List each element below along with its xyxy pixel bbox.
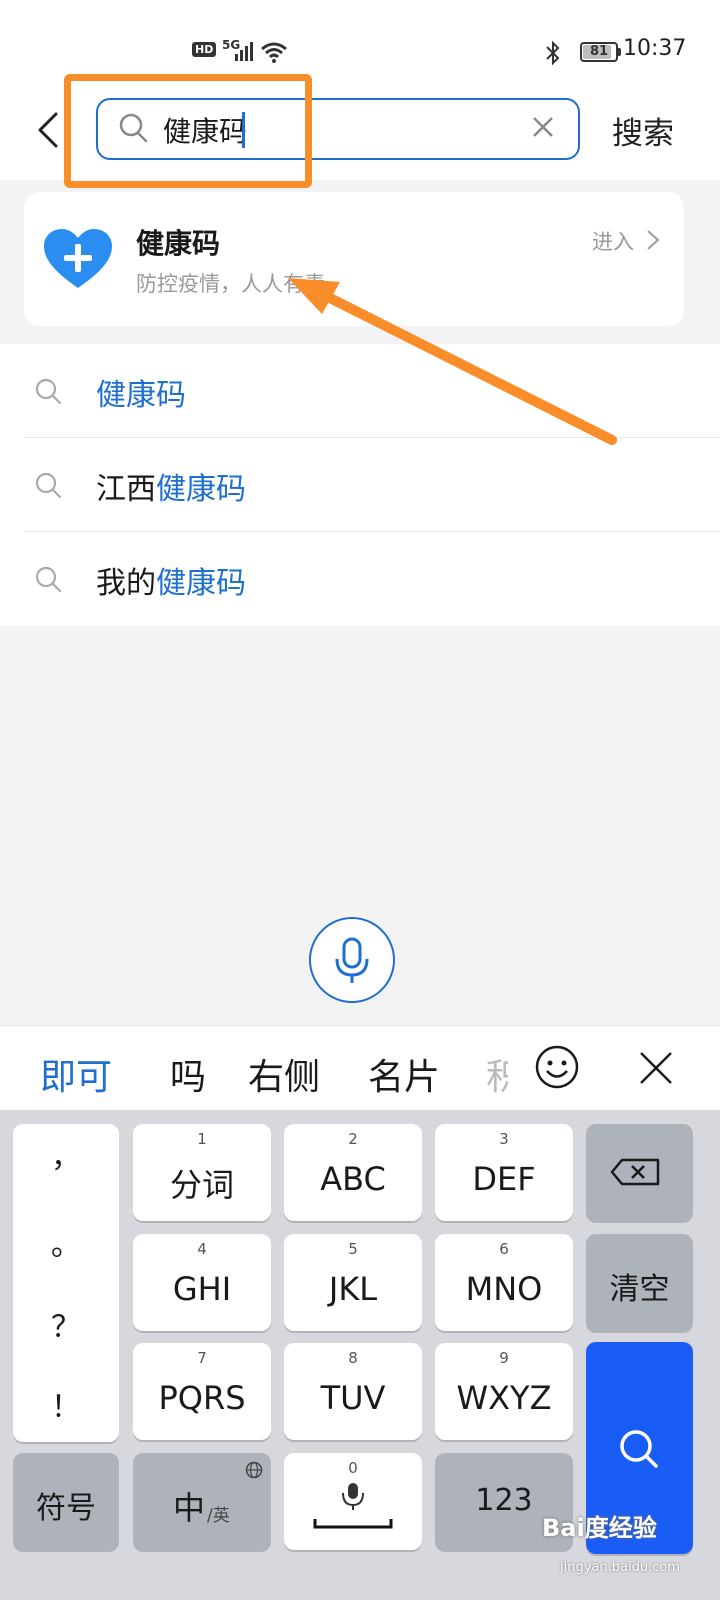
close-icon[interactable] (638, 1050, 674, 1086)
key-2[interactable]: 2 ABC (284, 1124, 422, 1221)
key-label: ABC (320, 1160, 386, 1198)
key-number: 4 (197, 1240, 207, 1258)
card-subtitle: 防控疫情，人人有责 (136, 272, 325, 296)
backspace-icon (610, 1158, 660, 1186)
key-5[interactable]: 5 JKL (284, 1234, 422, 1331)
key-number: 1 (197, 1130, 207, 1148)
wifi-icon (261, 42, 287, 63)
key-number: 3 (499, 1130, 509, 1148)
key-label: WXYZ (456, 1379, 552, 1417)
hd-indicator: HD (192, 42, 217, 57)
suggestion-text: 健康码 (96, 378, 186, 413)
backspace-key[interactable] (586, 1124, 693, 1221)
emoji-icon[interactable] (534, 1044, 580, 1090)
candidate-word[interactable]: 吗 (170, 1048, 206, 1100)
suggestion-item[interactable]: 我的健康码 (0, 532, 720, 626)
exclamation-label: ！ (51, 1390, 81, 1425)
card-title: 健康码 (136, 227, 221, 260)
search-icon (35, 566, 62, 593)
key-number: 6 (499, 1240, 509, 1258)
key-1[interactable]: 1 分词 (133, 1124, 271, 1221)
signal-icon (235, 42, 253, 61)
key-label: MNO (465, 1270, 543, 1308)
battery-tip (618, 48, 621, 56)
search-icon (35, 472, 62, 499)
key-number: 7 (197, 1349, 207, 1367)
symbols-key[interactable]: 符号 (13, 1453, 119, 1550)
key-number: 2 (348, 1130, 358, 1148)
key-label: 符号 (36, 1491, 96, 1526)
key-label: JKL (328, 1270, 378, 1308)
battery-level: 81 (589, 44, 609, 59)
voice-input-button[interactable] (309, 917, 395, 1003)
watermark-logo: Bai度经验 (542, 1514, 657, 1542)
key-label: DEF (472, 1160, 536, 1198)
key-label: 清空 (609, 1272, 670, 1307)
period-label: 。 (51, 1228, 81, 1263)
clear-key[interactable]: 清空 (586, 1234, 693, 1331)
suggestion-item[interactable]: 健康码 (0, 344, 720, 438)
health-code-app-card[interactable] (24, 192, 684, 326)
key-label: PQRS (158, 1379, 246, 1417)
suggestion-text: 我的健康码 (96, 566, 246, 601)
clock: 10:37 (623, 36, 687, 61)
key-label: 分词 (169, 1166, 234, 1204)
comma-label: ， (51, 1140, 81, 1175)
candidate-word[interactable]: 积 (486, 1048, 508, 1100)
candidate-word[interactable]: 右侧 (248, 1048, 320, 1100)
question-label: ？ (51, 1310, 81, 1345)
globe-icon (245, 1461, 263, 1479)
key-8[interactable]: 8 TUV (284, 1343, 422, 1440)
key-label: TUV (320, 1379, 386, 1417)
enter-link[interactable]: 进入 (592, 226, 634, 256)
search-button[interactable]: 搜索 (612, 108, 674, 153)
key-4[interactable]: 4 GHI (133, 1234, 271, 1331)
key-number: 5 (348, 1240, 358, 1258)
chinese-label: 中 (173, 1489, 206, 1527)
key-3[interactable]: 3 DEF (435, 1124, 573, 1221)
candidate-word[interactable]: 名片 (368, 1048, 440, 1100)
suggestion-list: 健康码 江西健康码 我的健康码 (0, 344, 720, 626)
key-7[interactable]: 7 PQRS (133, 1343, 271, 1440)
chevron-right-icon (647, 230, 660, 250)
punctuation-key[interactable]: ， 。 ？ ！ (13, 1124, 119, 1442)
key-9[interactable]: 9 WXYZ (435, 1343, 573, 1440)
microphone-icon (335, 937, 369, 983)
annotation-box (64, 74, 312, 188)
bluetooth-icon (546, 40, 560, 66)
space-key[interactable]: 0 (284, 1453, 422, 1550)
english-label: /英 (207, 1506, 230, 1526)
heart-plus-icon (44, 229, 112, 288)
search-icon (35, 378, 62, 405)
battery-icon: 81 (580, 42, 618, 62)
language-switch-key[interactable]: 中 /英 (133, 1453, 271, 1550)
key-6[interactable]: 6 MNO (435, 1234, 573, 1331)
candidate-word[interactable]: 即可 (40, 1048, 112, 1100)
clear-icon[interactable] (528, 112, 558, 142)
key-label: GHI (172, 1270, 232, 1308)
back-arrow-icon[interactable] (34, 110, 64, 150)
key-number: 9 (499, 1349, 509, 1367)
space-mic-icon (313, 1483, 393, 1529)
key-number: 0 (348, 1459, 358, 1477)
watermark-url: jingyan.baidu.com (560, 1560, 680, 1575)
suggestion-text: 江西健康码 (96, 472, 246, 507)
key-number: 8 (348, 1349, 358, 1367)
suggestion-item[interactable]: 江西健康码 (0, 438, 720, 532)
